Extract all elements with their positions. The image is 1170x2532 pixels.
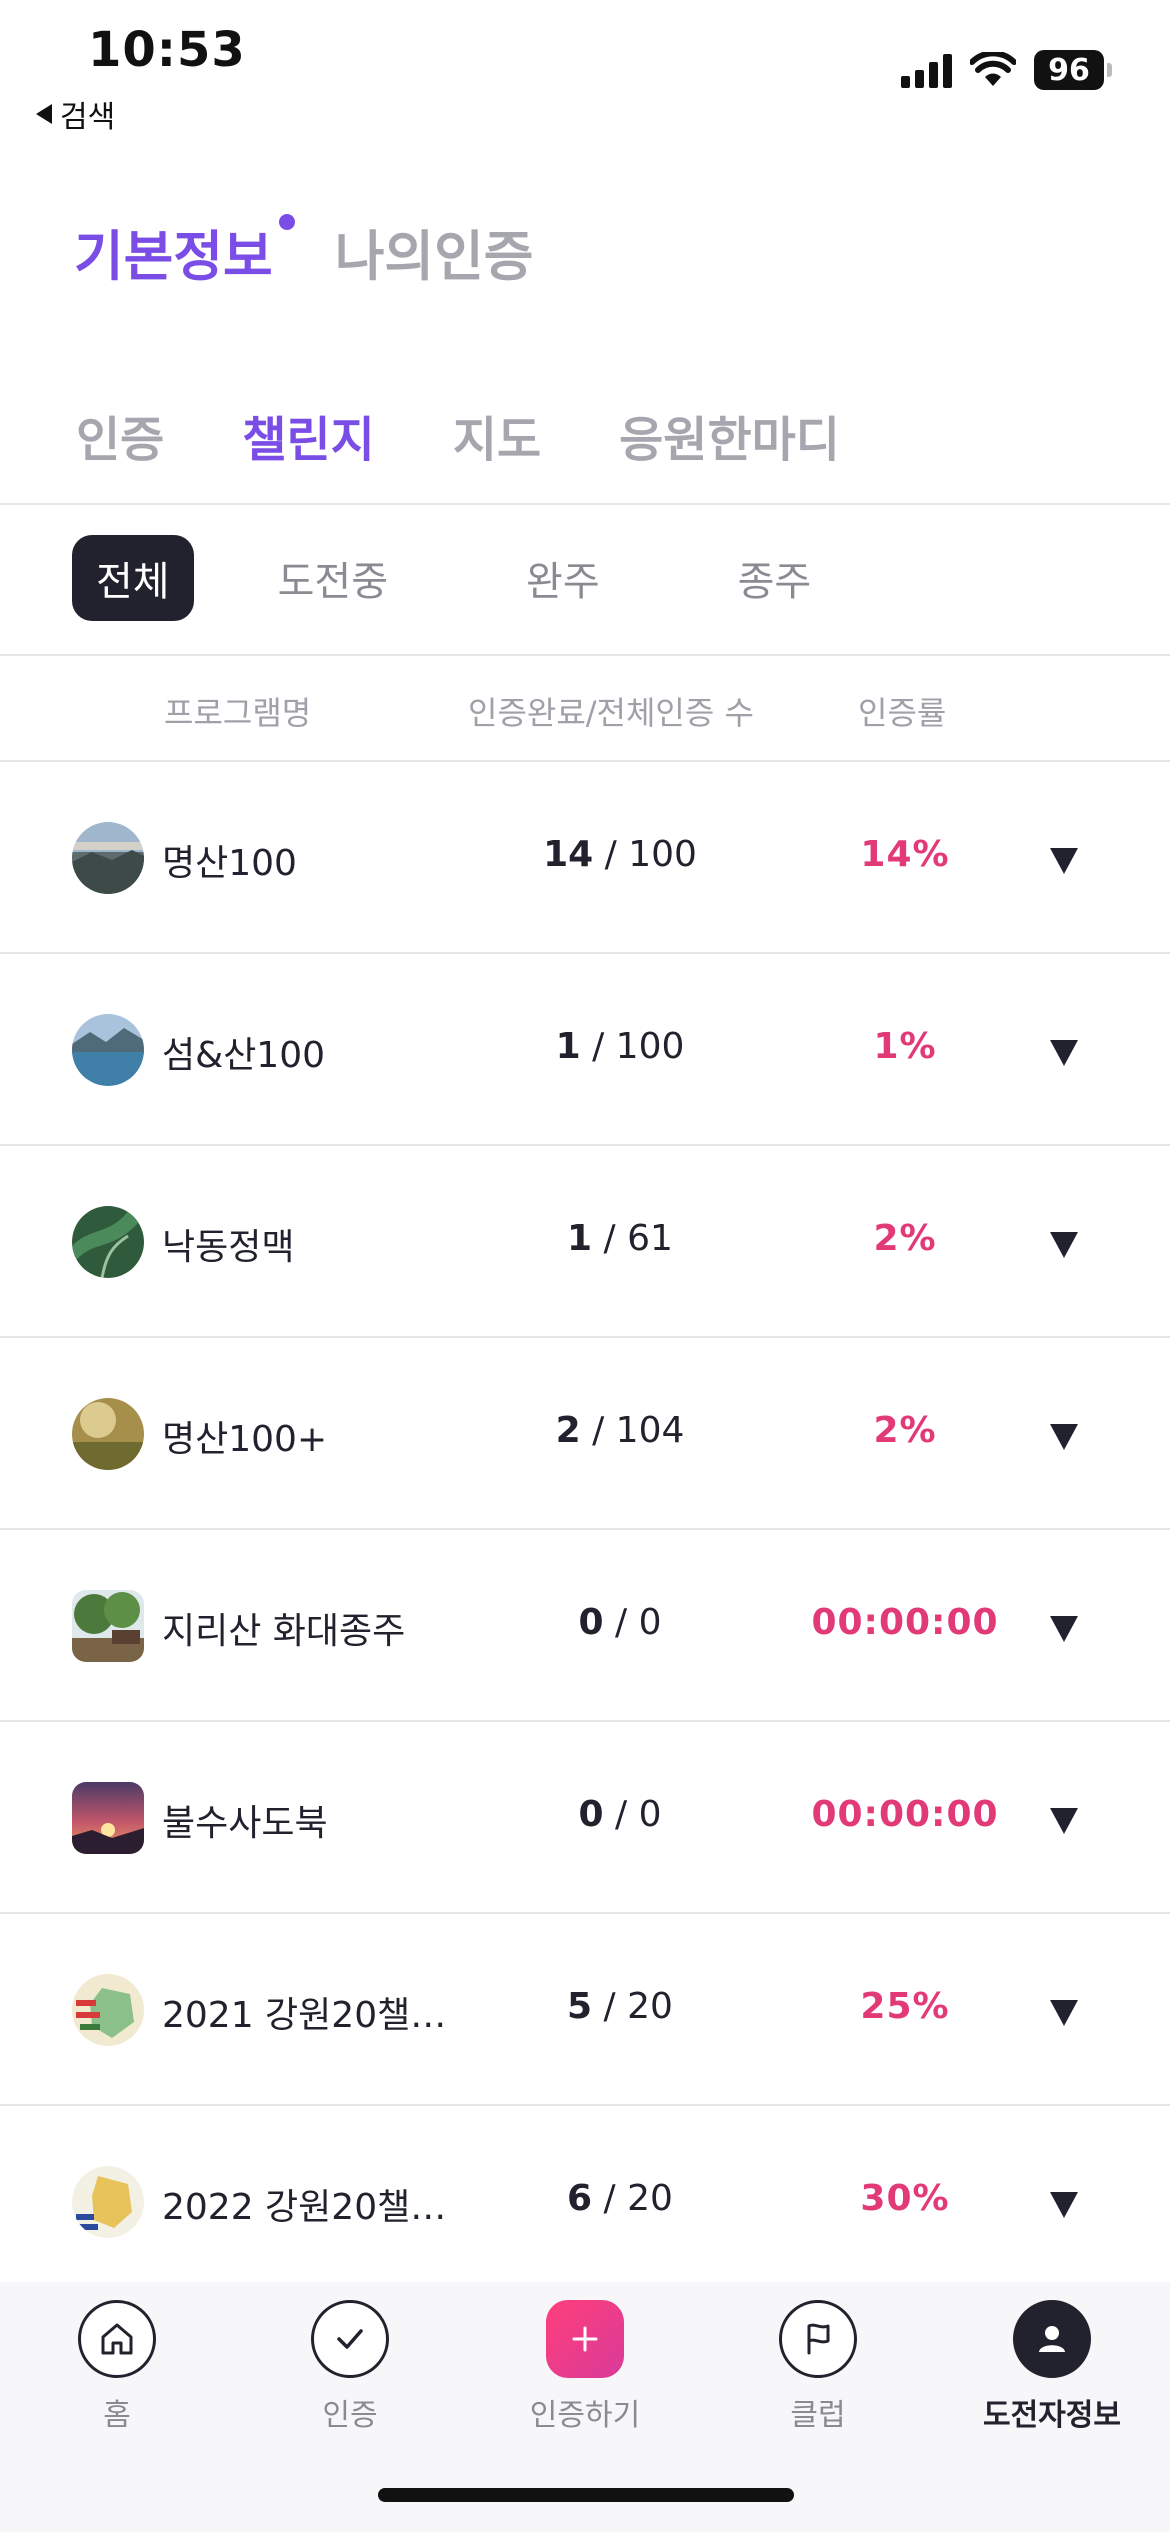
back-label: 검색 xyxy=(60,100,116,135)
expand-caret-icon[interactable] xyxy=(1050,1808,1078,1834)
certification-count: 14 / 100 xyxy=(543,834,697,875)
tab-cheer[interactable]: 응원한마디 xyxy=(619,400,840,470)
program-thumbnail xyxy=(72,1590,144,1662)
filter-in-progress[interactable]: 도전중 xyxy=(254,535,412,621)
battery-icon: 96 xyxy=(1034,50,1112,90)
challenge-list: 명산100 14 / 100 14% 섬&산100 1 / 100 1% 낙동정… xyxy=(0,762,1170,2298)
top-tabs: 기본정보 나의인증 xyxy=(74,212,533,291)
program-thumbnail xyxy=(72,2166,144,2238)
certification-rate: 25% xyxy=(860,1986,950,2027)
table-row[interactable]: 명산100 14 / 100 14% xyxy=(0,762,1170,954)
tab-my-certification[interactable]: 나의인증 xyxy=(335,212,534,291)
header-count: 인증완료/전체인증 수 xyxy=(468,694,754,732)
nav-challenger-info-label: 도전자정보 xyxy=(983,2398,1121,2433)
certification-rate: 1% xyxy=(873,1026,937,1067)
nav-club[interactable]: 클럽 xyxy=(718,2300,918,2434)
header-rate: 인증률 xyxy=(858,694,947,732)
certification-count: 6 / 20 xyxy=(567,2178,673,2219)
expand-caret-icon[interactable] xyxy=(1050,1616,1078,1642)
filter-bar: 전체 도전중 완주 종주 xyxy=(72,535,925,621)
table-row[interactable]: 낙동정맥 1 / 61 2% xyxy=(0,1146,1170,1338)
table-row[interactable]: 불수사도북 0 / 0 00:00:00 xyxy=(0,1722,1170,1914)
expand-caret-icon[interactable] xyxy=(1050,2192,1078,2218)
certification-count: 1 / 61 xyxy=(567,1218,673,1259)
nav-club-label: 클럽 xyxy=(790,2398,846,2433)
tab-basic-info[interactable]: 기본정보 xyxy=(74,212,295,291)
back-arrow-icon xyxy=(36,104,52,124)
nav-challenger-info[interactable]: 도전자정보 xyxy=(952,2300,1152,2434)
table-header: 프로그램명 인증완료/전체인증 수 인증률 xyxy=(0,656,1170,760)
expand-caret-icon[interactable] xyxy=(1050,1232,1078,1258)
nav-certification-label: 인증 xyxy=(322,2398,378,2433)
certification-count: 5 / 20 xyxy=(567,1986,673,2027)
sub-tabs: 인증 챌린지 지도 응원한마디 xyxy=(76,400,840,470)
expand-caret-icon[interactable] xyxy=(1050,2000,1078,2026)
certification-rate: 30% xyxy=(860,2178,950,2219)
program-name: 섬&산100 xyxy=(162,1035,326,1076)
table-row[interactable]: 섬&산100 1 / 100 1% xyxy=(0,954,1170,1146)
cellular-signal-icon xyxy=(901,52,952,88)
header-program: 프로그램명 xyxy=(164,694,312,732)
program-thumbnail xyxy=(72,1974,144,2046)
program-name: 2021 강원20챌… xyxy=(162,1995,447,2036)
flag-icon xyxy=(779,2300,857,2378)
check-icon xyxy=(311,2300,389,2378)
expand-caret-icon[interactable] xyxy=(1050,848,1078,874)
tab-map[interactable]: 지도 xyxy=(453,400,541,470)
program-thumbnail xyxy=(72,1782,144,1854)
program-name: 낙동정맥 xyxy=(162,1227,295,1268)
tab-challenge[interactable]: 챌린지 xyxy=(242,400,374,470)
certification-rate: 00:00:00 xyxy=(811,1794,999,1835)
program-name: 지리산 화대종주 xyxy=(162,1611,406,1652)
battery-level: 96 xyxy=(1034,50,1104,90)
certification-rate: 00:00:00 xyxy=(811,1602,999,1643)
user-icon xyxy=(1013,2300,1091,2378)
program-thumbnail xyxy=(72,1014,144,1086)
certification-count: 0 / 0 xyxy=(578,1794,662,1835)
certification-rate: 14% xyxy=(860,834,950,875)
table-row[interactable]: 2022 강원20챌… 6 / 20 30% xyxy=(0,2106,1170,2298)
certification-rate: 2% xyxy=(873,1410,937,1451)
wifi-icon xyxy=(970,52,1016,86)
filter-completed[interactable]: 완주 xyxy=(502,535,624,621)
home-indicator xyxy=(378,2488,794,2502)
tab-certification[interactable]: 인증 xyxy=(76,400,164,470)
certification-rate: 2% xyxy=(873,1218,937,1259)
certification-count: 1 / 100 xyxy=(555,1026,685,1067)
back-to-search-link[interactable]: 검색 xyxy=(36,92,115,136)
expand-caret-icon[interactable] xyxy=(1050,1040,1078,1066)
program-name: 명산100+ xyxy=(162,1419,328,1460)
nav-home-label: 홈 xyxy=(103,2398,131,2433)
table-row[interactable]: 지리산 화대종주 0 / 0 00:00:00 xyxy=(0,1530,1170,1722)
status-time: 10:53 xyxy=(88,22,246,78)
program-thumbnail xyxy=(72,1206,144,1278)
nav-home[interactable]: 홈 xyxy=(17,2300,217,2434)
table-row[interactable]: 명산100+ 2 / 104 2% xyxy=(0,1338,1170,1530)
program-thumbnail xyxy=(72,1398,144,1470)
divider xyxy=(0,503,1170,505)
expand-caret-icon[interactable] xyxy=(1050,1424,1078,1450)
table-row[interactable]: 2021 강원20챌… 5 / 20 25% xyxy=(0,1914,1170,2106)
status-icons: 96 xyxy=(901,50,1112,90)
nav-certification[interactable]: 인증 xyxy=(250,2300,450,2434)
status-bar: 10:53 검색 96 xyxy=(0,0,1170,140)
plus-icon xyxy=(546,2300,624,2378)
tab-basic-info-label: 기본정보 xyxy=(74,225,273,288)
program-name: 명산100 xyxy=(162,843,297,884)
home-icon xyxy=(78,2300,156,2378)
certification-count: 0 / 0 xyxy=(578,1602,662,1643)
filter-traverse[interactable]: 종주 xyxy=(714,535,836,621)
new-indicator-dot xyxy=(278,214,295,230)
program-name: 2022 강원20챌… xyxy=(162,2187,447,2228)
nav-do-certification[interactable]: 인증하기 xyxy=(485,2300,685,2434)
certification-count: 2 / 104 xyxy=(555,1410,685,1451)
program-thumbnail xyxy=(72,822,144,894)
filter-all[interactable]: 전체 xyxy=(72,535,194,621)
nav-do-certification-label: 인증하기 xyxy=(529,2398,641,2433)
program-name: 불수사도북 xyxy=(162,1803,328,1844)
